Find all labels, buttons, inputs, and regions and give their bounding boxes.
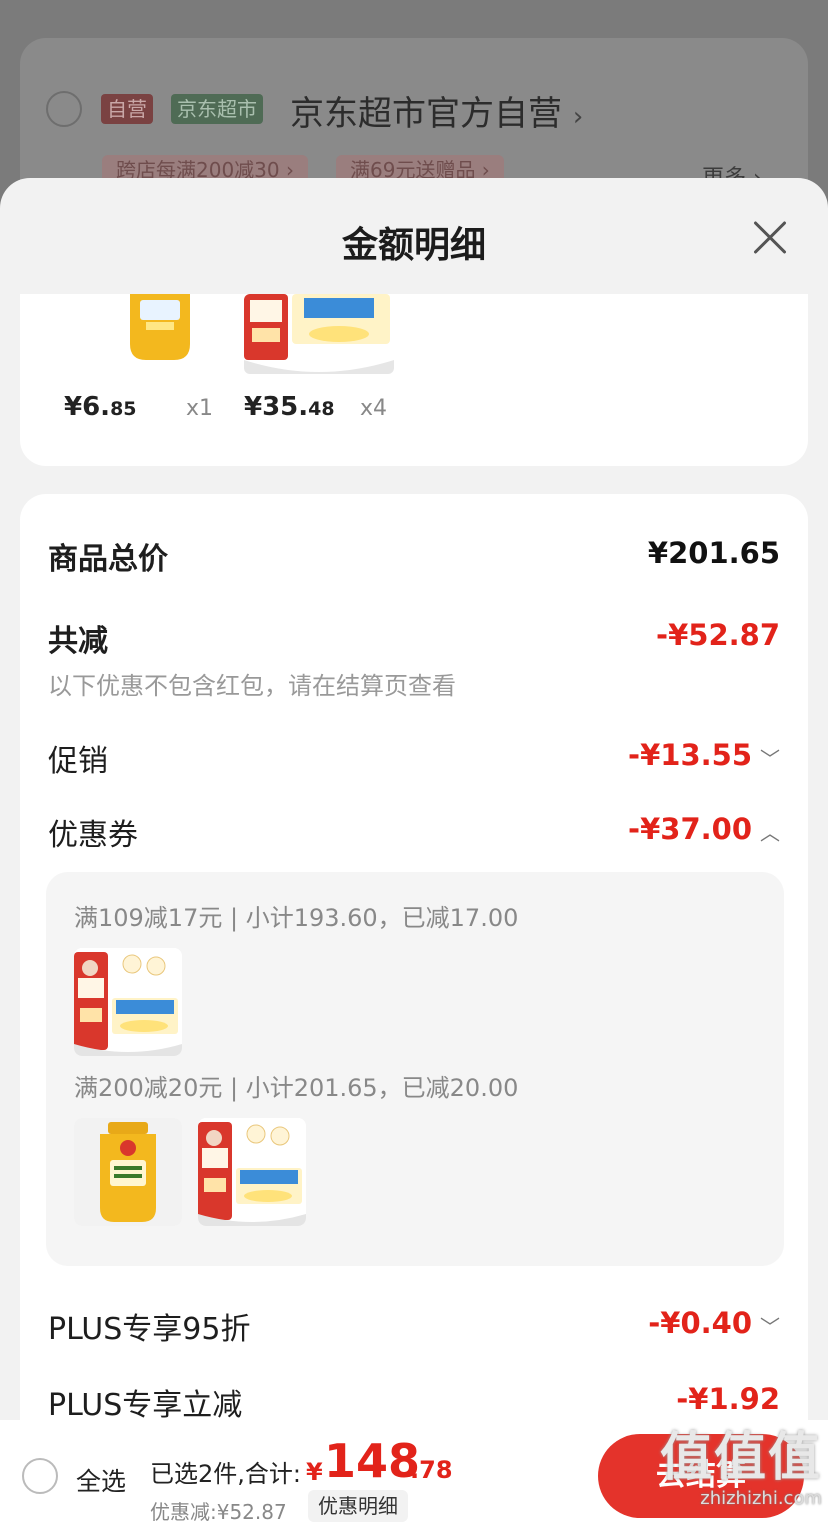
item-price: ¥35.48 (244, 392, 335, 422)
total-reduce-label: 共减 (48, 624, 108, 659)
mustard-product-image (100, 294, 220, 372)
close-icon[interactable] (748, 216, 792, 260)
chevron-right-icon: › (572, 102, 584, 132)
jd-supermarket-tag: 京东超市 (171, 94, 263, 124)
reduce-note: 以下优惠不包含红包，请在结算页查看 (48, 672, 456, 700)
plus-95-discount-value[interactable]: -¥0.40 ﹀ (648, 1306, 780, 1340)
coupon-detail-box: 满109减17元 | 小计193.60，已减17.00 满200减20元 | 小… (46, 872, 784, 1266)
butter-product-image (74, 948, 182, 1056)
item-price: ¥6.85 (64, 392, 137, 422)
coupon-line: 满109减17元 | 小计193.60，已减17.00 (74, 904, 519, 932)
butter-product-image (244, 294, 394, 374)
sheet-scroll-area[interactable]: ¥6.85 x1 ¥35.48 x4 商品总价 ¥201.65 共减 -¥52.… (0, 294, 828, 1420)
select-all-radio[interactable] (22, 1458, 58, 1494)
butter-product-image (198, 1118, 306, 1226)
amount-detail-sheet: 金额明细 ¥6.85 x1 ¥35.48 x4 商品总价 ¥201.65 共减 … (0, 178, 828, 1526)
self-operated-tag: 自营 (101, 94, 153, 124)
items-card: ¥6.85 x1 ¥35.48 x4 (20, 294, 808, 466)
goods-total-value: ¥201.65 (647, 536, 780, 570)
total-amount-decimal: .78 (410, 1456, 453, 1484)
promotion-value[interactable]: -¥13.55 ﹀ (628, 738, 780, 772)
select-all-label[interactable]: 全选 (76, 1462, 126, 1498)
chevron-down-icon: ﹀ (760, 746, 780, 771)
promotion-label: 促销 (48, 744, 108, 779)
chevron-up-icon: ︿ (760, 820, 780, 845)
total-currency: ¥ (306, 1458, 323, 1486)
item-quantity: x4 (360, 396, 388, 421)
sheet-title: 金额明细 (341, 225, 486, 266)
coupon-line: 满200减20元 | 小计201.65，已减20.00 (74, 1074, 519, 1102)
coupon-label: 优惠券 (48, 818, 138, 853)
coupon-value[interactable]: -¥37.00 ︿ (628, 812, 780, 846)
plus-instant-reduce-label: PLUS专享立减 (48, 1388, 243, 1420)
mustard-product-image (74, 1118, 182, 1226)
amount-detail-card: 商品总价 ¥201.65 共减 -¥52.87 以下优惠不包含红包，请在结算页查… (20, 494, 808, 1420)
plus-95-discount-label: PLUS专享95折 (48, 1312, 251, 1347)
discount-summary: 优惠减:¥52.87 (150, 1500, 287, 1524)
item-quantity: x1 (186, 396, 214, 421)
shop-select-radio[interactable] (46, 91, 82, 127)
chevron-down-icon: ﹀ (760, 1314, 780, 1339)
goods-total-label: 商品总价 (48, 542, 168, 577)
discount-detail-button[interactable]: 优惠明细 (308, 1490, 408, 1522)
watermark-logo: 值值值 zhizhizhi.com (659, 1428, 822, 1509)
sheet-header: 金额明细 (0, 178, 828, 294)
total-reduce-value: -¥52.87 (656, 618, 780, 652)
selected-count-text: 已选2件,合计: (150, 1460, 301, 1488)
total-amount-integer: 148 (324, 1434, 421, 1488)
plus-instant-reduce-value: -¥1.92 (676, 1382, 780, 1416)
shop-name[interactable]: 京东超市官方自营 › (290, 86, 583, 135)
